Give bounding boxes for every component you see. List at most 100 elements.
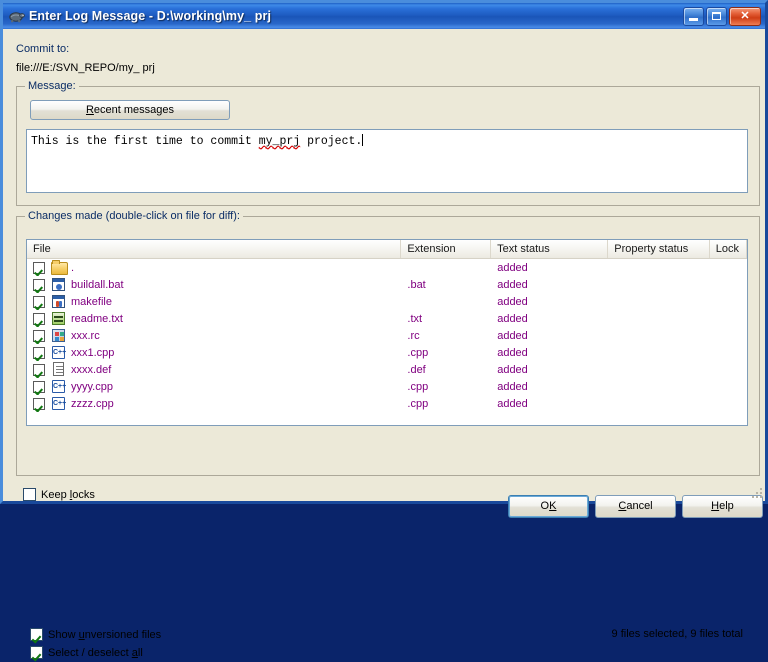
file-cell: makefile (27, 294, 401, 310)
folder-icon (51, 259, 68, 276)
column-header-property-status[interactable]: Property status (608, 240, 710, 258)
resource-file-icon (51, 328, 67, 344)
message-misspelled-word: my_prj (258, 135, 301, 148)
keep-locks-label: Keep locks (41, 488, 95, 501)
extension-cell: .txt (407, 312, 423, 325)
select-deselect-all-label: Select / deselect all (48, 646, 143, 659)
row-checkbox[interactable] (33, 363, 45, 376)
message-text-after: project. (300, 135, 363, 148)
message-group-title: Message: (25, 80, 79, 92)
recent-messages-accel: R (85, 104, 94, 116)
resize-grip[interactable] (750, 486, 762, 498)
commit-dialog-window: Enter Log Message - D:\working\my_ prj ✕… (0, 0, 768, 659)
message-text-before: This is the first time to commit (31, 135, 259, 148)
ok-button[interactable]: OK (508, 495, 589, 518)
file-cell: readme.txt (27, 311, 401, 327)
document-icon (51, 361, 67, 378)
message-group: Message: Recent messages This is the fir… (16, 80, 760, 206)
row-checkbox[interactable] (33, 380, 45, 393)
changes-group-title: Changes made (double-click on file for d… (25, 210, 243, 222)
changed-files-list[interactable]: File Extension Text status Property stat… (26, 239, 748, 426)
list-body: . added buildall.bat .bat added makefile added… (27, 259, 747, 412)
commit-url-value: file:///E:/SVN_REPO/my_ prj (16, 62, 155, 74)
window-title: Enter Log Message - D:\working\my_ prj (29, 9, 272, 23)
extension-cell: .def (407, 363, 426, 376)
show-unversioned-files-checkbox[interactable]: Show unversioned files (30, 628, 161, 641)
window-controls: ✕ (683, 6, 765, 26)
extension-cell: .cpp (407, 346, 429, 359)
table-row[interactable]: . added (27, 259, 747, 276)
batch-file-icon (51, 277, 67, 293)
dialog-client-area: Commit to: file:///E:/SVN_REPO/my_ prj M… (3, 29, 765, 659)
column-header-text-status[interactable]: Text status (491, 240, 609, 258)
title-bar: Enter Log Message - D:\working\my_ prj ✕ (3, 3, 765, 30)
recent-messages-button[interactable]: Recent messages (30, 100, 230, 120)
extension-cell: .bat (407, 278, 426, 291)
file-name: readme.txt (71, 312, 123, 325)
column-header-lock[interactable]: Lock (710, 240, 747, 258)
list-header-row: File Extension Text status Property stat… (27, 240, 747, 259)
row-checkbox[interactable] (33, 295, 45, 308)
cpp-file-icon: C++ (51, 396, 67, 412)
text-status-cell: added (497, 397, 528, 410)
column-header-file[interactable]: File (27, 240, 402, 258)
file-cell: xxxx.def (27, 361, 401, 378)
makefile-icon (51, 294, 67, 310)
table-row[interactable]: C++ yyyy.cpp .cpp added (27, 378, 747, 395)
cancel-button[interactable]: Cancel (595, 495, 676, 518)
table-row[interactable]: xxxx.def .def added (27, 361, 747, 378)
checkbox-box (30, 628, 43, 641)
row-checkbox[interactable] (33, 346, 45, 359)
file-cell: . (27, 259, 401, 276)
file-name: makefile (71, 295, 112, 308)
row-checkbox[interactable] (33, 397, 45, 410)
table-row[interactable]: C++ xxx1.cpp .cpp added (27, 344, 747, 361)
text-status-cell: added (497, 278, 528, 291)
file-name: xxxx.def (71, 363, 112, 376)
text-status-cell: added (497, 380, 528, 393)
close-button[interactable]: ✕ (729, 6, 761, 26)
maximize-button[interactable] (706, 6, 727, 26)
recent-messages-label: ecent messages (93, 104, 175, 116)
file-name: . (71, 261, 75, 274)
checkbox-box (23, 488, 36, 501)
file-name: yyyy.cpp (71, 380, 113, 393)
changes-group: Changes made (double-click on file for d… (16, 210, 760, 659)
row-checkbox[interactable] (33, 312, 45, 325)
text-status-cell: added (497, 261, 528, 274)
text-status-cell: added (497, 363, 528, 376)
file-cell: C++ zzzz.cpp (27, 396, 401, 412)
table-row[interactable]: makefile added (27, 293, 747, 310)
text-status-cell: added (497, 312, 528, 325)
cpp-file-icon: C++ (51, 345, 67, 361)
file-cell: C++ xxx1.cpp (27, 345, 401, 361)
minimize-button[interactable] (683, 6, 704, 26)
keep-locks-checkbox[interactable]: Keep locks (23, 488, 95, 501)
log-message-input[interactable]: This is the first time to commit my_prj … (26, 129, 748, 193)
text-status-cell: added (497, 295, 528, 308)
row-checkbox[interactable] (33, 278, 45, 291)
extension-cell: .rc (407, 329, 420, 342)
text-image-icon (51, 311, 67, 327)
help-button[interactable]: Help (682, 495, 763, 518)
log-message-text: This is the first time to commit my_prj … (27, 130, 747, 148)
column-header-extension[interactable]: Extension (401, 240, 492, 258)
checkbox-box (30, 646, 43, 659)
tortoise-icon (7, 8, 25, 24)
text-status-cell: added (497, 329, 528, 342)
file-count-status: 9 files selected, 9 files total (611, 628, 743, 640)
text-status-cell: added (497, 346, 528, 359)
table-row[interactable]: buildall.bat .bat added (27, 276, 747, 293)
cpp-file-icon: C++ (51, 379, 67, 395)
commit-to-label: Commit to: (16, 43, 70, 55)
extension-cell: .cpp (407, 380, 429, 393)
file-cell: buildall.bat (27, 277, 401, 293)
table-row[interactable]: readme.txt .txt added (27, 310, 747, 327)
row-checkbox[interactable] (33, 261, 45, 274)
table-row[interactable]: xxx.rc .rc added (27, 327, 747, 344)
select-deselect-all-checkbox[interactable]: Select / deselect all (30, 646, 143, 659)
row-checkbox[interactable] (33, 329, 45, 342)
extension-cell: .cpp (407, 397, 429, 410)
file-cell: C++ yyyy.cpp (27, 379, 401, 395)
table-row[interactable]: C++ zzzz.cpp .cpp added (27, 395, 747, 412)
